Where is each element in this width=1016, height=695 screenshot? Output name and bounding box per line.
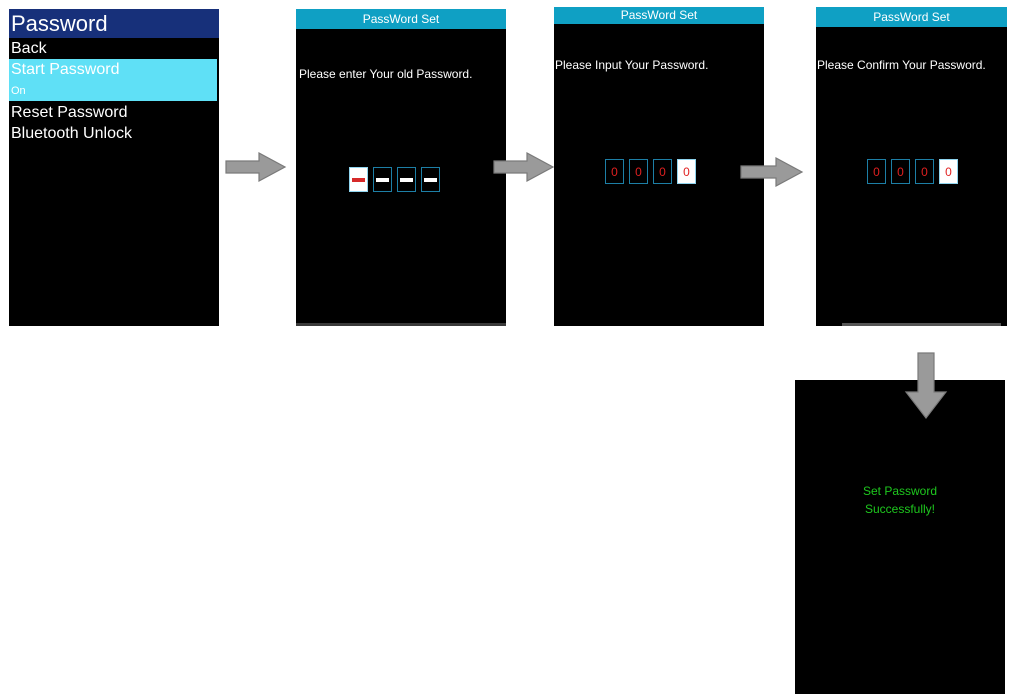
menu-item-start-password[interactable]: Start Password On xyxy=(9,59,217,101)
digit-box-2[interactable] xyxy=(373,167,392,192)
down-arrow-icon xyxy=(904,352,948,419)
screen-header: PassWord Set xyxy=(296,9,506,29)
digit-box-4[interactable] xyxy=(421,167,440,192)
success-line-1: Set Password xyxy=(862,484,938,498)
menu-item-back[interactable]: Back xyxy=(11,40,47,58)
success-message: Set Password Successfully! xyxy=(795,482,1005,518)
digit-box-2[interactable]: 0 xyxy=(891,159,910,184)
success-screen: Set Password Successfully! xyxy=(795,380,1005,694)
digit-box-1[interactable] xyxy=(349,167,368,192)
right-arrow-icon xyxy=(740,157,804,187)
divider xyxy=(296,323,506,326)
input-password-prompt: Please Input Your Password. xyxy=(555,58,709,72)
input-password-screen: PassWord Set Please Input Your Password.… xyxy=(554,7,764,326)
confirm-password-digits[interactable]: 0 0 0 0 xyxy=(867,159,958,184)
digit-box-1[interactable]: 0 xyxy=(605,159,624,184)
dash-icon xyxy=(352,177,365,182)
dash-icon xyxy=(376,177,389,182)
menu-item-bluetooth-unlock[interactable]: Bluetooth Unlock xyxy=(11,125,132,143)
digit-box-2[interactable]: 0 xyxy=(629,159,648,184)
digit-box-3[interactable] xyxy=(397,167,416,192)
confirm-password-prompt: Please Confirm Your Password. xyxy=(817,58,986,72)
menu-title: Password xyxy=(9,9,219,38)
menu-item-start-password-label: Start Password xyxy=(11,61,120,78)
screen-header: PassWord Set xyxy=(554,7,764,24)
old-password-screen: PassWord Set Please enter Your old Passw… xyxy=(296,9,506,326)
start-password-status: On xyxy=(11,85,26,97)
menu-item-reset-password[interactable]: Reset Password xyxy=(11,104,128,122)
right-arrow-icon xyxy=(493,152,555,182)
digit-box-3[interactable]: 0 xyxy=(653,159,672,184)
dash-icon xyxy=(424,177,437,182)
divider xyxy=(842,323,1001,326)
digit-box-4[interactable]: 0 xyxy=(939,159,958,184)
success-line-2: Successfully! xyxy=(864,502,936,516)
password-menu-screen: Password Back Start Password On Reset Pa… xyxy=(9,9,219,326)
right-arrow-icon xyxy=(225,152,287,182)
old-password-input[interactable] xyxy=(349,167,440,192)
input-password-digits[interactable]: 0 0 0 0 xyxy=(605,159,696,184)
confirm-password-screen: PassWord Set Please Confirm Your Passwor… xyxy=(816,7,1007,326)
digit-box-3[interactable]: 0 xyxy=(915,159,934,184)
digit-box-1[interactable]: 0 xyxy=(867,159,886,184)
screen-header: PassWord Set xyxy=(816,7,1007,27)
digit-box-4[interactable]: 0 xyxy=(677,159,696,184)
old-password-prompt: Please enter Your old Password. xyxy=(299,67,473,81)
dash-icon xyxy=(400,177,413,182)
